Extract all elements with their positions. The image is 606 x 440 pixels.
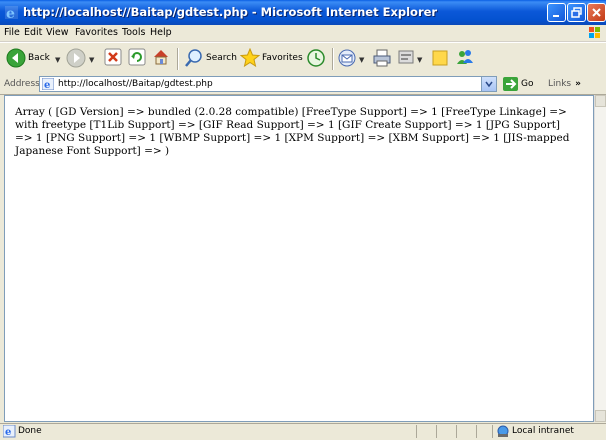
- history-icon: [307, 49, 325, 67]
- svg-text:e: e: [5, 427, 11, 438]
- history-button[interactable]: [306, 43, 328, 75]
- forward-button[interactable]: ▼: [64, 43, 98, 75]
- search-label: Search: [206, 53, 237, 63]
- go-button[interactable]: Go: [503, 77, 533, 95]
- minimize-button[interactable]: [547, 3, 566, 22]
- favorites-label: Favorites: [262, 53, 303, 63]
- close-icon: [592, 8, 601, 17]
- toolbar-separator: [177, 48, 179, 70]
- print-button[interactable]: [372, 43, 394, 75]
- edit-button[interactable]: ▼: [397, 43, 427, 75]
- chevron-down-icon: [485, 81, 493, 88]
- php-output-text: Array ( [GD Version] => bundled (2.0.28 …: [15, 106, 570, 157]
- discuss-button[interactable]: [430, 43, 452, 75]
- search-button[interactable]: Search: [184, 43, 238, 75]
- go-arrow-icon: [503, 77, 518, 91]
- windows-logo-icon: [589, 27, 600, 38]
- address-bar: Address e http://localhost//Baitap/gdtes…: [0, 75, 606, 95]
- messenger-button[interactable]: [455, 43, 477, 75]
- menu-bar: File Edit View Favorites Tools Help: [0, 25, 606, 42]
- scroll-up-button[interactable]: [595, 95, 606, 107]
- security-zone-label: Local intranet: [512, 426, 574, 436]
- status-divider: [456, 425, 457, 438]
- back-arrow-icon: [6, 48, 26, 68]
- refresh-icon: [128, 48, 146, 66]
- stop-button[interactable]: [102, 43, 124, 75]
- edit-page-icon: [398, 50, 414, 64]
- back-label: Back: [28, 53, 50, 63]
- vertical-scrollbar[interactable]: [594, 95, 606, 422]
- address-input[interactable]: e http://localhost//Baitap/gdtest.php: [39, 76, 497, 92]
- menu-help[interactable]: Help: [150, 27, 172, 38]
- close-button[interactable]: [587, 3, 606, 22]
- status-text: Done: [18, 426, 42, 436]
- toolbar: Back ▼ ▼ Search Favorites ▼ ▼: [0, 42, 606, 76]
- chevron-down-icon[interactable]: ▼: [359, 56, 364, 64]
- svg-text:e: e: [6, 6, 15, 20]
- mail-button[interactable]: ▼: [337, 43, 369, 75]
- messenger-people-icon: [457, 50, 473, 64]
- status-bar: e Done Local intranet: [0, 423, 606, 440]
- home-icon: [154, 50, 168, 65]
- status-divider: [492, 425, 493, 438]
- address-url: http://localhost//Baitap/gdtest.php: [58, 79, 213, 89]
- svg-text:e: e: [44, 80, 50, 90]
- forward-arrow-icon: [66, 48, 86, 68]
- window-title: http://localhost//Baitap/gdtest.php - Mi…: [23, 5, 438, 19]
- printer-icon: [373, 49, 391, 67]
- minimize-icon: [553, 15, 559, 17]
- scroll-down-button[interactable]: [595, 410, 606, 422]
- ie-page-icon: e: [42, 78, 54, 90]
- menu-file[interactable]: File: [4, 27, 20, 38]
- search-icon: [185, 49, 202, 67]
- mail-icon: [338, 49, 356, 67]
- chevron-double-right-icon[interactable]: »: [575, 79, 581, 89]
- notes-icon: [432, 50, 448, 66]
- menu-tools[interactable]: Tools: [122, 27, 145, 38]
- ie-icon: e: [5, 6, 18, 20]
- address-dropdown-button[interactable]: [481, 77, 496, 91]
- stop-icon: [104, 48, 122, 66]
- local-intranet-icon: [497, 425, 509, 437]
- favorites-button[interactable]: Favorites: [240, 43, 304, 75]
- address-label: Address: [4, 79, 40, 89]
- go-label: Go: [521, 79, 534, 89]
- back-button[interactable]: Back ▼: [4, 43, 62, 75]
- status-divider: [416, 425, 417, 438]
- menu-edit[interactable]: Edit: [24, 27, 42, 38]
- links-label: Links: [548, 79, 572, 89]
- maximize-button[interactable]: [567, 3, 586, 22]
- favorites-star-icon: [240, 48, 260, 68]
- refresh-button[interactable]: [126, 43, 148, 75]
- status-divider: [476, 425, 477, 438]
- page-content: Array ( [GD Version] => bundled (2.0.28 …: [4, 95, 594, 422]
- home-button[interactable]: [150, 43, 172, 75]
- toolbar-separator: [332, 48, 334, 70]
- links-toolbar[interactable]: Links»: [548, 79, 581, 89]
- restore-icon: [571, 7, 582, 18]
- menu-favorites[interactable]: Favorites: [75, 27, 118, 38]
- page-done-icon: e: [3, 425, 16, 438]
- chevron-down-icon[interactable]: ▼: [89, 56, 94, 64]
- menu-view[interactable]: View: [46, 27, 69, 38]
- chevron-down-icon[interactable]: ▼: [417, 56, 422, 64]
- chevron-down-icon[interactable]: ▼: [55, 56, 60, 64]
- title-bar[interactable]: e http://localhost//Baitap/gdtest.php - …: [0, 0, 606, 25]
- status-divider: [436, 425, 437, 438]
